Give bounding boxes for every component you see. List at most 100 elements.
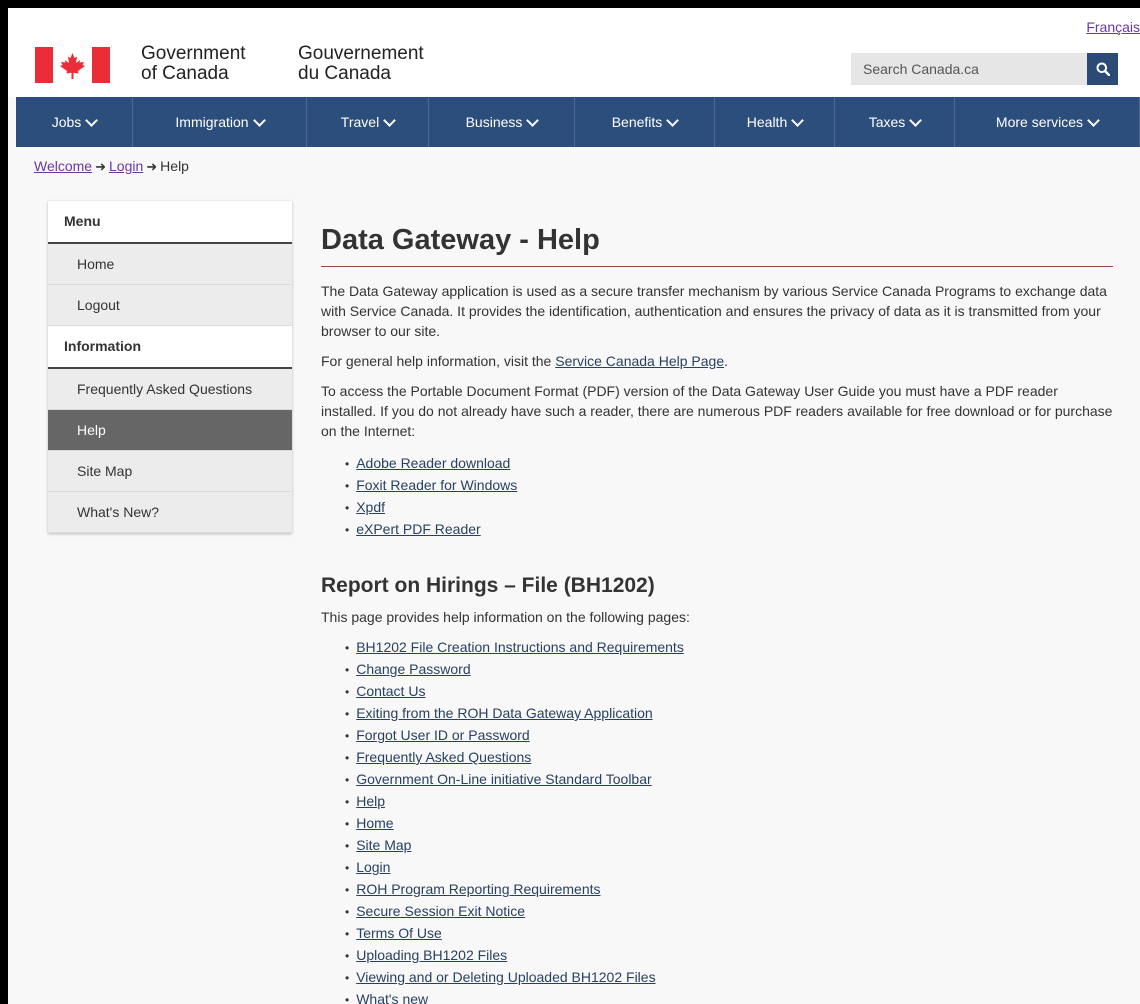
chevron-down-icon <box>1087 113 1100 127</box>
list-item: Viewing and or Deleting Uploaded BH1202 … <box>345 967 1113 989</box>
link-bh1202-file-creation-instructions-and-requirements[interactable]: BH1202 File Creation Instructions and Re… <box>356 639 684 655</box>
breadcrumb: Welcome ➜ Login ➜ Help <box>34 158 189 175</box>
chevron-down-icon <box>252 113 266 127</box>
nav-item-label: Immigration <box>175 114 249 130</box>
list-item: Site Map <box>345 835 1113 857</box>
sidebar-item-help[interactable]: Help <box>48 410 292 451</box>
sidebar-heading-menu: Menu <box>48 201 292 244</box>
sidebar-item-site-map[interactable]: Site Map <box>48 451 292 492</box>
chevron-down-icon <box>909 113 923 127</box>
nav-item-benefits[interactable]: Benefits <box>575 97 715 147</box>
sidebar: Menu Home Logout Information Frequently A… <box>48 201 292 533</box>
link-terms-of-use[interactable]: Terms Of Use <box>356 925 442 941</box>
section-intro: This page provides help information on t… <box>321 609 690 625</box>
service-canada-help-link[interactable]: Service Canada Help Page <box>555 353 724 369</box>
nav-item-health[interactable]: Health <box>715 97 835 147</box>
list-item: Xpdf <box>345 497 1113 519</box>
link-login[interactable]: Login <box>356 859 390 875</box>
help-text-after: . <box>724 353 729 369</box>
link-expert-pdf-reader[interactable]: eXPert PDF Reader <box>356 521 481 537</box>
breadcrumb-login[interactable]: Login <box>109 158 143 174</box>
list-item: Uploading BH1202 Files <box>345 945 1113 967</box>
list-item: Frequently Asked Questions <box>345 747 1113 769</box>
pdf-reader-links: Adobe Reader download Foxit Reader for Wi… <box>321 453 1113 541</box>
section-title: Report on Hirings – File (BH1202) <box>321 574 655 597</box>
list-item: Home <box>345 813 1113 835</box>
chevron-down-icon <box>85 113 99 127</box>
arrow-right-icon: ➜ <box>95 159 106 174</box>
search-icon <box>1096 62 1110 76</box>
link-frequently-asked-questions[interactable]: Frequently Asked Questions <box>356 749 531 765</box>
link-viewing-and-or-deleting-uploaded-bh1202-files[interactable]: Viewing and or Deleting Uploaded BH1202 … <box>356 969 655 985</box>
search-button[interactable] <box>1087 53 1118 85</box>
list-item: Contact Us <box>345 681 1113 703</box>
government-name-en: Government of Canada <box>141 44 246 84</box>
nav-item-business[interactable]: Business <box>429 97 575 147</box>
list-item: eXPert PDF Reader <box>345 519 1113 541</box>
chevron-down-icon <box>383 113 397 127</box>
nav-item-label: Benefits <box>611 114 663 130</box>
list-item: Login <box>345 857 1113 879</box>
nav-item-travel[interactable]: Travel <box>307 97 429 147</box>
list-item: Help <box>345 791 1113 813</box>
link-uploading-bh1202-files[interactable]: Uploading BH1202 Files <box>356 947 507 963</box>
nav-item-immigration[interactable]: Immigration <box>133 97 307 147</box>
link-roh-program-reporting-requirements[interactable]: ROH Program Reporting Requirements <box>356 881 600 897</box>
canada-flag-icon <box>35 47 110 83</box>
list-item: Adobe Reader download <box>345 453 1113 475</box>
link-home[interactable]: Home <box>356 815 393 831</box>
link-site-map[interactable]: Site Map <box>356 837 411 853</box>
link-adobe-reader-download[interactable]: Adobe Reader download <box>356 455 510 471</box>
gov-name-en-line2: of Canada <box>141 63 229 84</box>
government-name-fr: Gouvernement du Canada <box>298 44 424 84</box>
link-exiting-from-the-roh-data-gateway-application[interactable]: Exiting from the ROH Data Gateway Applic… <box>356 705 652 721</box>
main-content: Data Gateway - Help The Data Gateway app… <box>321 218 1113 1004</box>
list-item: Change Password <box>345 659 1113 681</box>
gov-name-fr-line1: Gouvernement <box>298 43 424 64</box>
breadcrumb-welcome[interactable]: Welcome <box>34 158 92 174</box>
sidebar-item-what-s-new[interactable]: What's New? <box>48 492 292 533</box>
nav-item-taxes[interactable]: Taxes <box>835 97 955 147</box>
arrow-right-icon: ➜ <box>146 159 158 174</box>
list-item: Exiting from the ROH Data Gateway Applic… <box>345 703 1113 725</box>
link-help[interactable]: Help <box>356 793 385 809</box>
site-header: Français Government of Canada Gouverneme… <box>8 8 1140 97</box>
link-secure-session-exit-notice[interactable]: Secure Session Exit Notice <box>356 903 525 919</box>
link-contact-us[interactable]: Contact Us <box>356 683 425 699</box>
nav-item-jobs[interactable]: Jobs <box>16 97 133 147</box>
nav-item-more-services[interactable]: More services <box>955 97 1140 147</box>
list-item: Secure Session Exit Notice <box>345 901 1113 923</box>
help-paragraph: For general help information, visit the … <box>321 351 1113 371</box>
sidebar-item-frequently-asked-questions[interactable]: Frequently Asked Questions <box>48 369 292 410</box>
language-toggle-link[interactable]: Français <box>1086 19 1140 35</box>
list-item: BH1202 File Creation Instructions and Re… <box>345 637 1113 659</box>
chevron-down-icon <box>526 113 540 127</box>
sidebar-item-home[interactable]: Home <box>48 244 292 285</box>
search-input[interactable]: Search Canada.ca <box>851 53 1087 85</box>
link-government-on-line-initiative-standard-toolbar[interactable]: Government On-Line initiative Standard T… <box>356 771 651 787</box>
list-item: Forgot User ID or Password <box>345 725 1113 747</box>
sidebar-menu-list: Home Logout <box>48 244 292 326</box>
nav-item-label: Travel <box>340 114 380 130</box>
link-forgot-user-id-or-password[interactable]: Forgot User ID or Password <box>356 727 530 743</box>
nav-item-label: Taxes <box>868 114 906 130</box>
page-frame: Français Government of Canada Gouverneme… <box>8 8 1140 1004</box>
sidebar-heading-information: Information <box>48 326 292 369</box>
help-text-before: For general help information, visit the <box>321 353 556 369</box>
nav-item-label: More services <box>995 114 1084 130</box>
chevron-down-icon <box>666 113 680 127</box>
link-xpdf[interactable]: Xpdf <box>356 499 385 515</box>
nav-item-label: Business <box>465 114 523 130</box>
intro-paragraph: The Data Gateway application is used as … <box>321 283 1107 339</box>
chevron-down-icon <box>791 113 805 127</box>
link-what-s-new[interactable]: What's new <box>356 991 428 1004</box>
sidebar-item-logout[interactable]: Logout <box>48 285 292 326</box>
link-foxit-reader-for-windows[interactable]: Foxit Reader for Windows <box>356 477 517 493</box>
list-item: Government On-Line initiative Standard T… <box>345 769 1113 791</box>
list-item: Foxit Reader for Windows <box>345 475 1113 497</box>
help-topic-links: BH1202 File Creation Instructions and Re… <box>321 637 1113 1004</box>
list-item: ROH Program Reporting Requirements <box>345 879 1113 901</box>
link-change-password[interactable]: Change Password <box>356 661 470 677</box>
gov-name-en-line1: Government <box>141 43 246 64</box>
nav-item-label: Health <box>746 114 788 130</box>
